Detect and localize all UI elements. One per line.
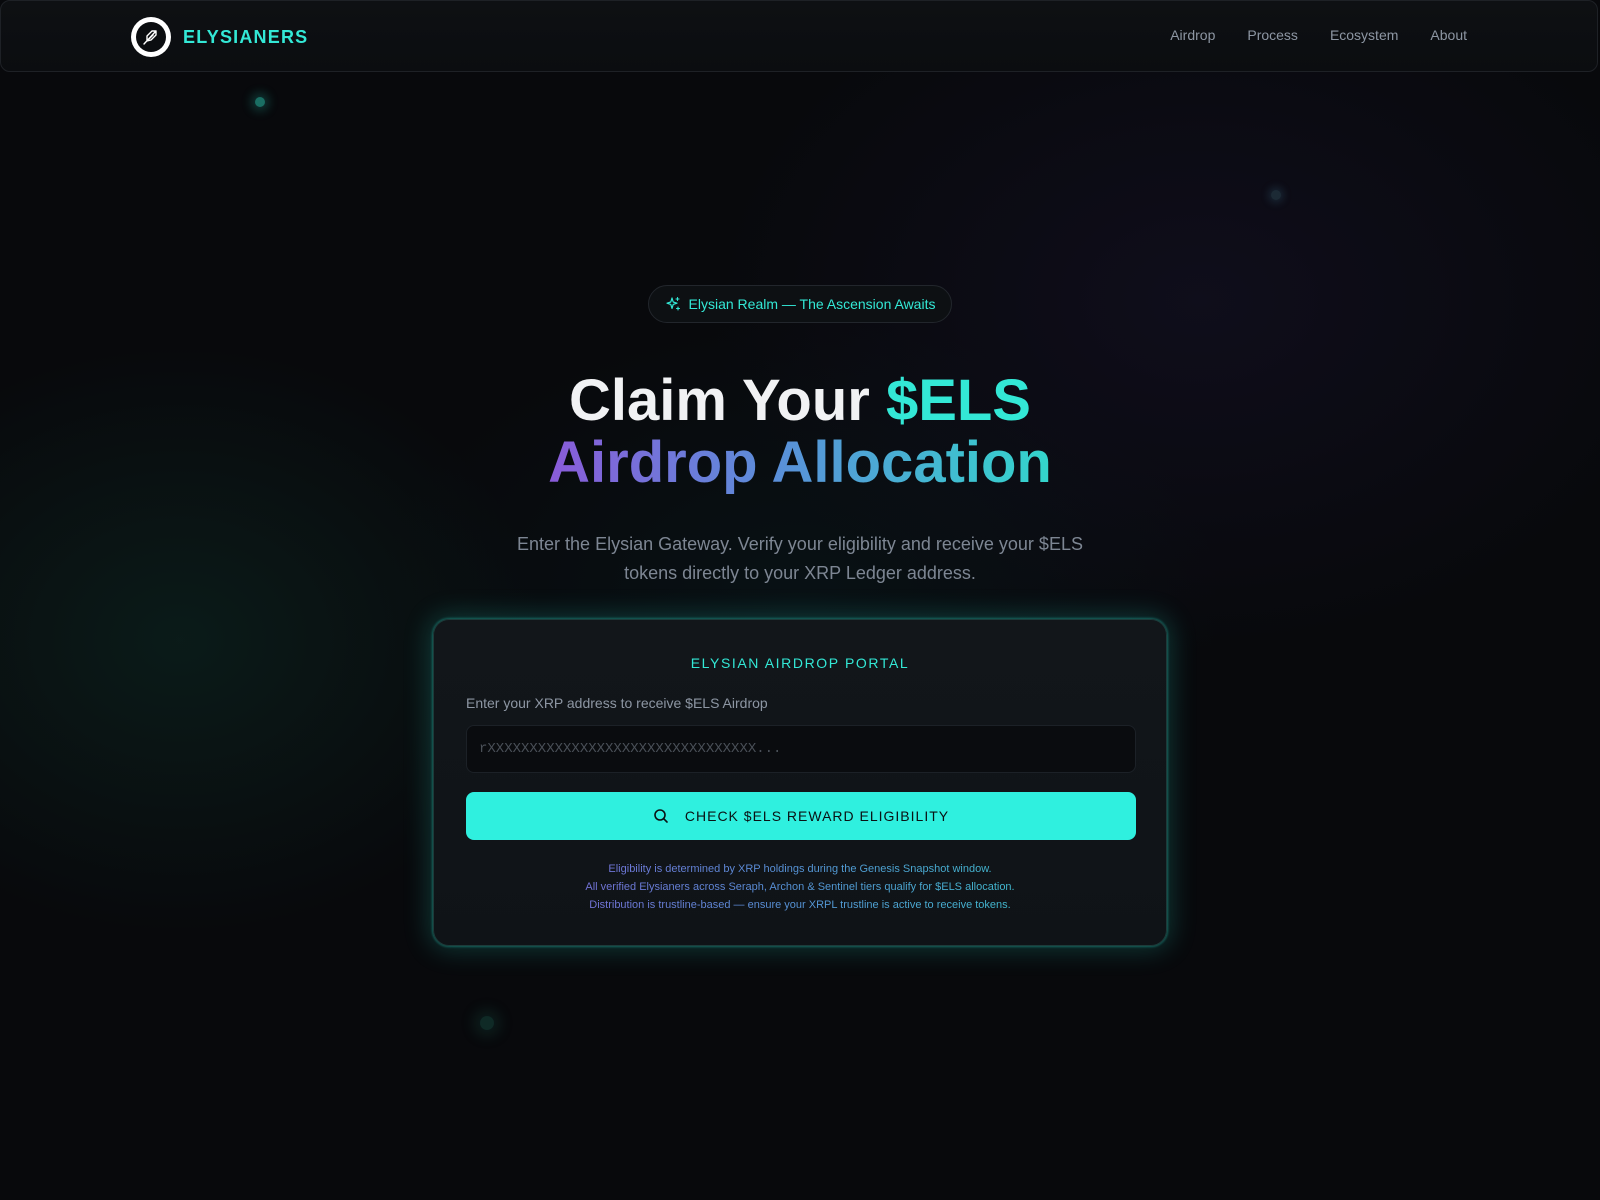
page: ELYSIANERS Airdrop Process Ecosystem Abo… (0, 0, 1600, 1200)
hero-title-accent: $ELS (885, 368, 1031, 433)
nav-link-airdrop[interactable]: Airdrop (1170, 27, 1215, 43)
hero-title-line2: Airdrop Allocation (548, 430, 1052, 495)
eligibility-note: All verified Elysianers across Seraph, A… (585, 881, 1015, 893)
search-icon (653, 808, 669, 824)
top-navbar: ELYSIANERS Airdrop Process Ecosystem Abo… (0, 0, 1598, 72)
glow-particle (255, 97, 265, 107)
portal-title: ELYSIAN AIRDROP PORTAL (690, 655, 910, 671)
check-eligibility-button[interactable]: CHECK $ELS REWARD ELIGIBILITY (466, 792, 1136, 840)
xrp-address-input[interactable] (466, 725, 1136, 773)
nav-links: Airdrop Process Ecosystem About (1138, 27, 1467, 43)
nav-link-about[interactable]: About (1430, 27, 1467, 43)
sparkles-icon (665, 296, 680, 311)
brand-name: ELYSIANERS (183, 26, 309, 47)
brand[interactable]: ELYSIANERS (131, 17, 308, 57)
hero-subtitle: Enter the Elysian Gateway. Verify your e… (517, 534, 1083, 583)
check-eligibility-label: CHECK $ELS REWARD ELIGIBILITY (684, 808, 950, 824)
glow-particle (480, 1016, 494, 1030)
eligibility-note: Distribution is trustline-based — ensure… (589, 899, 1011, 911)
glow-particle (1271, 190, 1281, 200)
eligibility-notes: Eligibility is determined by XRP holding… (434, 860, 1166, 914)
eligibility-note: Eligibility is determined by XRP holding… (608, 863, 992, 875)
hero-title-part1: Claim Your (569, 368, 886, 433)
airdrop-portal-card: ELYSIAN AIRDROP PORTAL Enter your XRP ad… (433, 619, 1167, 946)
feather-quill-icon (131, 17, 171, 57)
xrp-address-label: Enter your XRP address to receive $ELS A… (466, 695, 768, 711)
hero-badge: Elysian Realm — The Ascension Awaits (648, 285, 952, 323)
hero-badge-text: Elysian Realm — The Ascension Awaits (688, 296, 936, 312)
hero-title: Claim Your $ELS Airdrop Allocation (0, 370, 1600, 494)
nav-link-ecosystem[interactable]: Ecosystem (1330, 27, 1398, 43)
nav-link-process[interactable]: Process (1247, 27, 1298, 43)
